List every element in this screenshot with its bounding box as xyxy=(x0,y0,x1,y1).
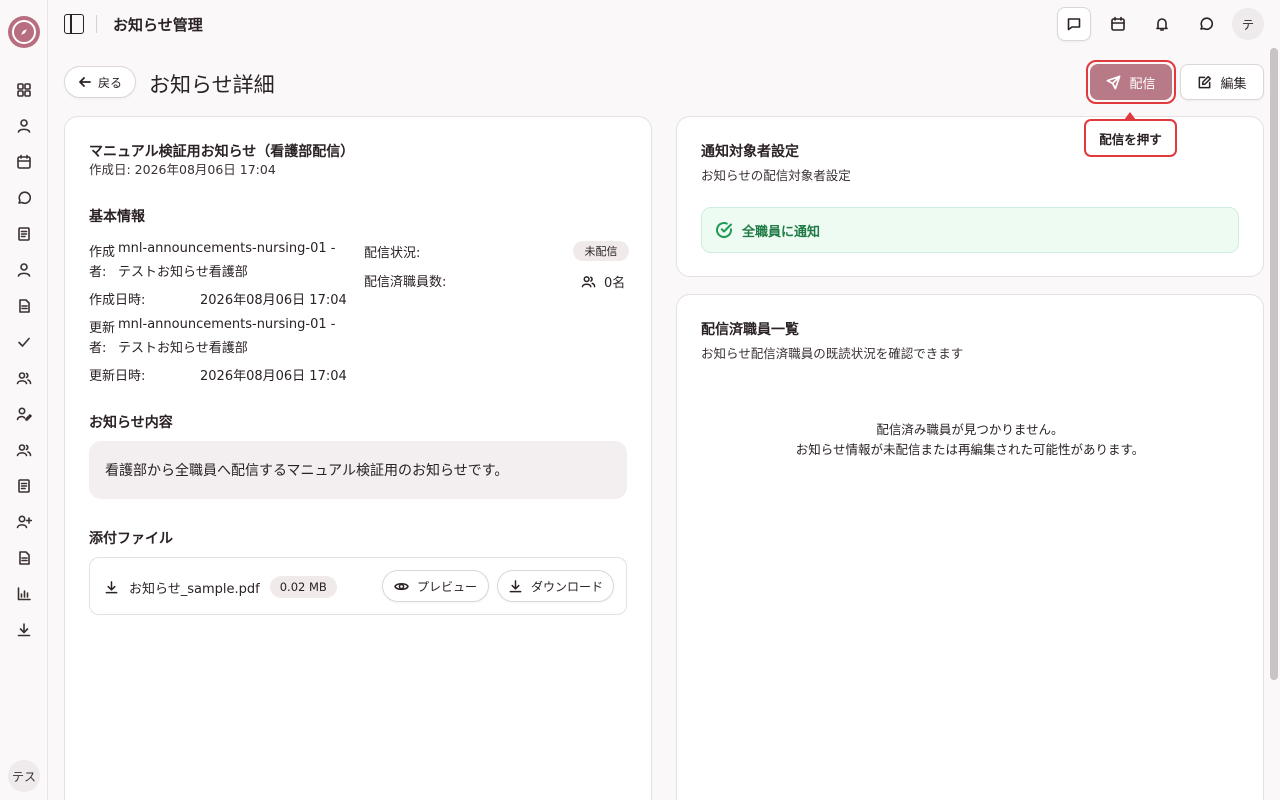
announcement-title: マニュアル検証用お知らせ（看護部配信） xyxy=(89,144,355,160)
edit-icon xyxy=(1199,75,1212,88)
preview-button-label: プレビュー xyxy=(416,579,477,594)
delivered-staff-card: 配信済職員一覧 お知らせ配信済職員の既読状況を確認できます 配信済み職員が見つか… xyxy=(676,294,1264,800)
bell-icon xyxy=(1156,18,1168,31)
users-icon[interactable] xyxy=(0,360,48,396)
document-icon[interactable] xyxy=(0,540,48,576)
topbar-divider xyxy=(96,15,97,33)
updated-at-label: 更新日時: xyxy=(89,369,146,384)
created-at-label: 作成日時: xyxy=(89,293,146,308)
delivered-count-label: 配信済職員数: xyxy=(364,275,447,290)
sidebar: テス xyxy=(0,0,48,800)
calendar-button[interactable] xyxy=(1102,8,1134,40)
attachment-info: お知らせ_sample.pdf 0.02 MB xyxy=(104,576,337,598)
empty-message-line-2: お知らせ情報が未配信または再編集された可能性があります。 xyxy=(795,442,1145,457)
user-icon[interactable] xyxy=(0,108,48,144)
empty-message-line-1: 配信済み職員が見つかりません。 xyxy=(876,422,1064,437)
tooltip-arrow xyxy=(1124,112,1136,120)
basic-info-heading: 基本情報 xyxy=(89,209,145,225)
sidebar-toggle-icon[interactable] xyxy=(64,14,84,34)
file-name: お知らせ_sample.pdf xyxy=(129,581,260,597)
deliver-button-label: 配信 xyxy=(1129,76,1156,92)
check-icon[interactable] xyxy=(0,324,48,360)
attachment-item: お知らせ_sample.pdf 0.02 MB プレビュー ダウンロード xyxy=(89,557,627,615)
preview-button[interactable]: プレビュー xyxy=(382,570,489,602)
edit-button-label: 編集 xyxy=(1220,76,1247,92)
file-size-badge: 0.02 MB xyxy=(269,576,337,598)
creator-label: 作成 xyxy=(89,245,116,260)
announcement-icon-button[interactable] xyxy=(1057,7,1091,41)
delivered-count-value: 0名 xyxy=(604,276,626,291)
download-icon xyxy=(509,579,522,592)
all-staff-notice-text: 全職員に通知 xyxy=(742,224,821,240)
updater-label: 更新 xyxy=(89,321,116,336)
page-title: お知らせ詳細 xyxy=(149,73,275,97)
attachments-heading: 添付ファイル xyxy=(89,531,173,547)
updater-id: mnl-announcements-nursing-01 - xyxy=(118,317,336,332)
send-icon xyxy=(1107,75,1121,89)
message-square-icon xyxy=(1067,18,1081,31)
download-button[interactable]: ダウンロード xyxy=(497,570,614,602)
delivered-list-heading: 配信済職員一覧 xyxy=(701,322,799,338)
check-circle-icon xyxy=(716,222,732,238)
download-icon[interactable] xyxy=(0,612,48,648)
back-button[interactable]: 戻る xyxy=(64,66,136,98)
user-edit-icon[interactable] xyxy=(0,396,48,432)
updater-label-cont: 者: xyxy=(89,341,107,356)
announcement-created-date: 作成日: 2026年08月06日 17:04 xyxy=(89,162,276,177)
content-heading: お知らせ内容 xyxy=(89,415,173,431)
delivery-status-label: 配信状況: xyxy=(364,246,421,261)
dashboard-icon[interactable] xyxy=(0,72,48,108)
topbar-title: お知らせ管理 xyxy=(113,16,203,34)
document-icon[interactable] xyxy=(0,468,48,504)
compass-logo-icon[interactable] xyxy=(8,16,40,48)
back-button-label: 戻る xyxy=(97,75,122,90)
target-heading: 通知対象者設定 xyxy=(701,144,799,160)
announcement-detail-card: マニュアル検証用お知らせ（看護部配信） 作成日: 2026年08月06日 17:… xyxy=(64,116,652,800)
chart-icon[interactable] xyxy=(0,576,48,612)
download-button-label: ダウンロード xyxy=(530,579,603,594)
created-at-value: 2026年08月06日 17:04 xyxy=(200,293,347,308)
creator-name: テストお知らせ看護部 xyxy=(118,265,248,280)
user-avatar[interactable]: テ xyxy=(1232,8,1264,40)
updater-name: テストお知らせ看護部 xyxy=(118,341,248,356)
document-icon[interactable] xyxy=(0,216,48,252)
topbar: お知らせ管理 テ xyxy=(48,0,1268,48)
user-plus-icon[interactable] xyxy=(0,504,48,540)
edit-button[interactable]: 編集 xyxy=(1180,64,1264,100)
calendar-icon[interactable] xyxy=(0,144,48,180)
deliver-button[interactable]: 配信 xyxy=(1090,64,1172,100)
user-icon[interactable] xyxy=(0,252,48,288)
all-staff-notice: 全職員に通知 xyxy=(701,207,1239,253)
creator-label-cont: 者: xyxy=(89,265,107,280)
notification-button[interactable] xyxy=(1146,8,1178,40)
instruction-tooltip: 配信を押す xyxy=(1084,119,1177,157)
users-icon xyxy=(581,276,596,288)
avatar[interactable]: テス xyxy=(8,760,40,792)
arrow-left-icon xyxy=(79,77,91,87)
content-body-box: 看護部から全職員へ配信するマニュアル検証用のお知らせです。 xyxy=(89,441,627,499)
updated-at-value: 2026年08月06日 17:04 xyxy=(200,369,347,384)
chat-icon xyxy=(1200,17,1214,30)
delivered-list-subheading: お知らせ配信済職員の既読状況を確認できます xyxy=(701,346,964,361)
users-icon[interactable] xyxy=(0,432,48,468)
content-body: 看護部から全職員へ配信するマニュアル検証用のお知らせです。 xyxy=(105,463,509,479)
creator-id: mnl-announcements-nursing-01 - xyxy=(118,241,336,256)
eye-icon xyxy=(394,582,409,590)
calendar-icon xyxy=(1111,16,1125,31)
chat-button[interactable] xyxy=(1190,8,1222,40)
chat-icon[interactable] xyxy=(0,180,48,216)
scrollbar[interactable] xyxy=(1270,48,1278,680)
status-badge: 未配信 xyxy=(573,241,629,261)
download-icon xyxy=(105,580,118,593)
document-icon[interactable] xyxy=(0,288,48,324)
delivered-count: 0名 xyxy=(581,272,625,291)
target-subheading: お知らせの配信対象者設定 xyxy=(701,168,851,183)
